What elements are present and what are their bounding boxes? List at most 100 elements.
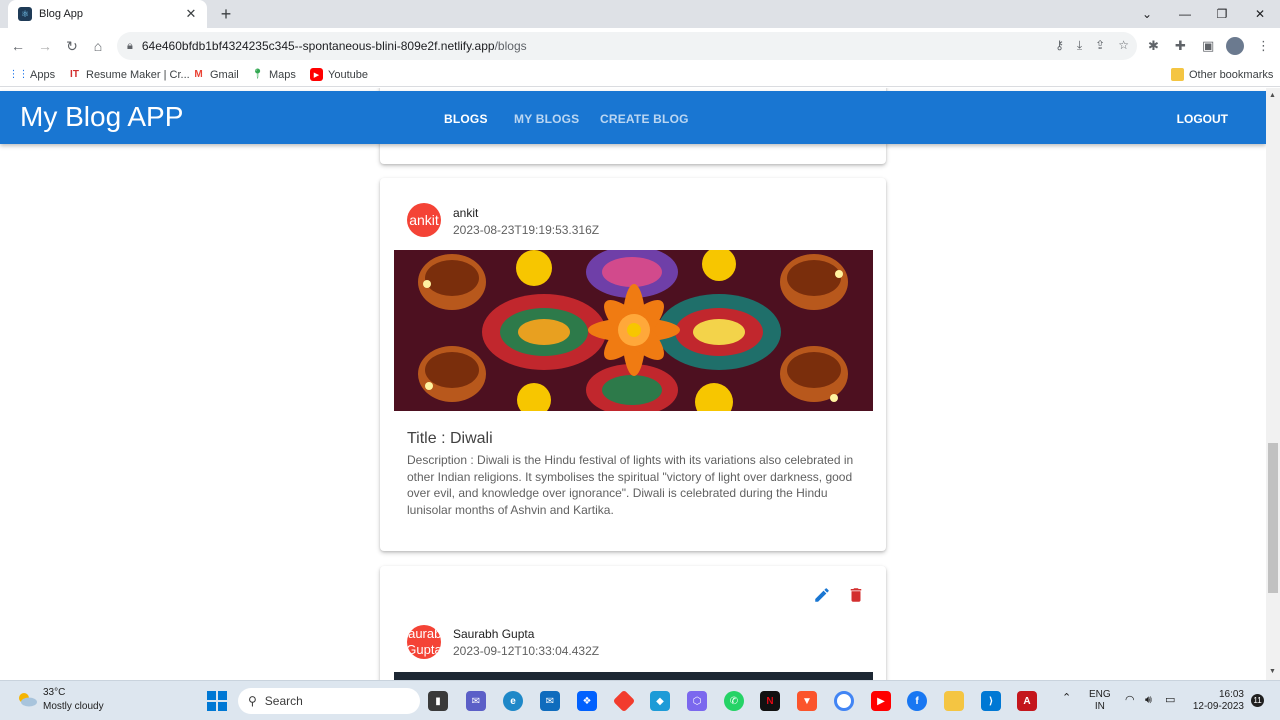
- close-window-button[interactable]: ✕: [1250, 4, 1270, 24]
- tab-my-blogs[interactable]: MY BLOGS: [514, 112, 579, 126]
- minimize-button[interactable]: —: [1175, 4, 1195, 24]
- maximize-button[interactable]: ❐: [1212, 4, 1232, 24]
- volume-icon[interactable]: 🔊︎: [1145, 694, 1152, 706]
- delete-trash-icon: [850, 588, 862, 602]
- folder-icon: [1171, 68, 1184, 81]
- search-label: Search: [264, 694, 303, 708]
- tab-title: Blog App: [39, 8, 84, 20]
- gmail-icon: M: [194, 69, 203, 80]
- tab-search-chevron-icon[interactable]: ⌄: [1137, 4, 1157, 24]
- anydesk-icon[interactable]: [612, 689, 636, 713]
- side-panel-icon[interactable]: ▣: [1202, 38, 1214, 54]
- password-key-icon[interactable]: ⚷: [1055, 38, 1064, 53]
- browser-toolbar: ← → ↻ ⌂ 🔒︎ 64e460bfdb1bf4324235c345--spo…: [0, 28, 1280, 64]
- browser-tab[interactable]: ⚛ Blog App ✕: [8, 0, 207, 28]
- lang-line-2: IN: [1094, 701, 1105, 712]
- share-icon[interactable]: ⇪: [1095, 38, 1105, 53]
- logout-button[interactable]: LOGOUT: [1177, 112, 1228, 126]
- taskbar-search[interactable]: ⚲ Search: [238, 688, 420, 714]
- language-indicator[interactable]: ENG IN: [1089, 689, 1111, 713]
- scroll-thumb[interactable]: [1268, 443, 1278, 593]
- home-icon[interactable]: ⌂: [88, 36, 108, 56]
- extensions-puzzle-icon[interactable]: ✚: [1175, 38, 1186, 54]
- chrome-icon[interactable]: [834, 691, 854, 711]
- extension-bug-icon[interactable]: ✱: [1148, 38, 1159, 54]
- battery-icon[interactable]: ▭: [1165, 694, 1175, 706]
- reload-icon[interactable]: ↻: [62, 36, 82, 56]
- app-icon[interactable]: ◆: [650, 691, 670, 711]
- vscode-icon[interactable]: ⟩: [981, 691, 1001, 711]
- mail-icon[interactable]: ✉: [540, 691, 560, 711]
- blog-image: [394, 250, 873, 411]
- bookmarks-bar: ⋮⋮ Apps IT Resume Maker | Cr... M Gmail …: [0, 64, 1280, 87]
- profile-avatar[interactable]: [1226, 37, 1244, 55]
- blog-card: Saurabh Gupta Saurabh Gupta 2023-09-12T1…: [380, 566, 886, 680]
- whatsapp-icon[interactable]: ✆: [724, 691, 744, 711]
- blog-author: Saurabh Gupta: [453, 627, 535, 641]
- bookmark-star-icon[interactable]: ☆: [1118, 38, 1129, 53]
- teams-chat-icon[interactable]: ✉: [466, 691, 486, 711]
- weather-temperature[interactable]: 33°C: [43, 687, 65, 698]
- other-bookmarks-label: Other bookmarks: [1189, 68, 1274, 81]
- wifi-icon[interactable]: ◠: [1125, 694, 1135, 706]
- delete-icon[interactable]: [844, 583, 868, 607]
- notification-count-badge[interactable]: 11: [1251, 694, 1264, 707]
- netflix-icon[interactable]: N: [760, 691, 780, 711]
- url-text: 64e460bfdb1bf4324235c345--spontaneous-bl…: [142, 39, 527, 53]
- edit-icon[interactable]: [810, 583, 834, 607]
- clock[interactable]: 16:03 12-09-2023: [1192, 689, 1244, 713]
- diwali-diya-image: [394, 250, 873, 411]
- app-brand: My Blog APP: [20, 101, 184, 132]
- blog-description: Description : Diwali is the Hindu festiv…: [407, 453, 854, 518]
- task-view-icon[interactable]: ▮: [428, 691, 448, 711]
- bookmark-maps[interactable]: 📍︎ Maps: [251, 68, 296, 81]
- other-bookmarks[interactable]: Other bookmarks: [1171, 68, 1273, 81]
- scroll-down-arrow-icon[interactable]: ▼: [1269, 668, 1276, 675]
- tab-blogs[interactable]: BLOGS: [444, 112, 488, 126]
- weather-cloud-icon[interactable]: [16, 691, 38, 707]
- scroll-up-arrow-icon[interactable]: ▲: [1269, 92, 1276, 99]
- blog-date: 2023-09-12T10:33:04.432Z: [453, 644, 600, 658]
- lock-icon[interactable]: 🔒︎: [127, 40, 133, 53]
- youtube-icon: ▶: [310, 68, 323, 81]
- weather-description[interactable]: Mostly cloudy: [43, 701, 104, 712]
- bookmark-label: Youtube: [328, 68, 368, 81]
- blog-author: ankit: [453, 206, 479, 220]
- brave-icon[interactable]: ▼: [797, 691, 817, 711]
- show-hidden-icons-chevron-icon[interactable]: ⌃: [1062, 692, 1071, 704]
- dropbox-icon[interactable]: ❖: [577, 691, 597, 711]
- back-icon[interactable]: ←: [8, 36, 28, 56]
- pdf-reader-icon[interactable]: A: [1017, 691, 1037, 711]
- browser-menu-icon[interactable]: ⋮: [1257, 38, 1270, 54]
- bookmark-resume-maker[interactable]: IT Resume Maker | Cr...: [68, 68, 190, 81]
- app-bar: My Blog APP BLOGS MY BLOGS CREATE BLOG L…: [0, 91, 1266, 144]
- bookmark-gmail[interactable]: M Gmail: [192, 68, 238, 81]
- avatar: ankit: [407, 203, 441, 237]
- edge-icon[interactable]: e: [503, 691, 523, 711]
- resume-maker-icon: IT: [70, 69, 79, 80]
- forward-icon[interactable]: →: [35, 36, 55, 56]
- clock-date: 12-09-2023: [1192, 701, 1244, 712]
- facebook-icon[interactable]: f: [907, 691, 927, 711]
- url-path: /blogs: [494, 39, 527, 53]
- new-tab-button[interactable]: +: [216, 4, 236, 24]
- youtube-icon[interactable]: ▶: [871, 691, 891, 711]
- react-favicon-icon: ⚛: [18, 7, 32, 21]
- avatar: Saurabh Gupta: [407, 625, 441, 659]
- apps-grid-icon: ⋮⋮: [8, 69, 29, 80]
- tab-create-blog[interactable]: CREATE BLOG: [600, 112, 689, 126]
- address-bar[interactable]: 🔒︎ 64e460bfdb1bf4324235c345--spontaneous…: [117, 32, 1137, 60]
- bookmark-apps[interactable]: ⋮⋮ Apps: [8, 68, 56, 81]
- app-icon[interactable]: ⬡: [687, 691, 707, 711]
- bookmark-youtube[interactable]: ▶ Youtube: [310, 68, 368, 81]
- blog-card: ankit ankit 2023-08-23T19:19:53.316Z Tit…: [380, 178, 886, 551]
- install-app-icon[interactable]: ⤓: [1077, 38, 1082, 53]
- maps-pin-icon: 📍︎: [251, 69, 264, 80]
- bookmark-label: Maps: [269, 68, 296, 81]
- page-scrollbar[interactable]: ▲ ▼: [1266, 88, 1280, 680]
- file-explorer-icon[interactable]: [944, 691, 964, 711]
- lang-line-1: ENG: [1089, 689, 1111, 700]
- close-tab-icon[interactable]: ✕: [183, 6, 199, 22]
- blog-date: 2023-08-23T19:19:53.316Z: [453, 223, 600, 237]
- start-windows-icon[interactable]: [207, 691, 227, 711]
